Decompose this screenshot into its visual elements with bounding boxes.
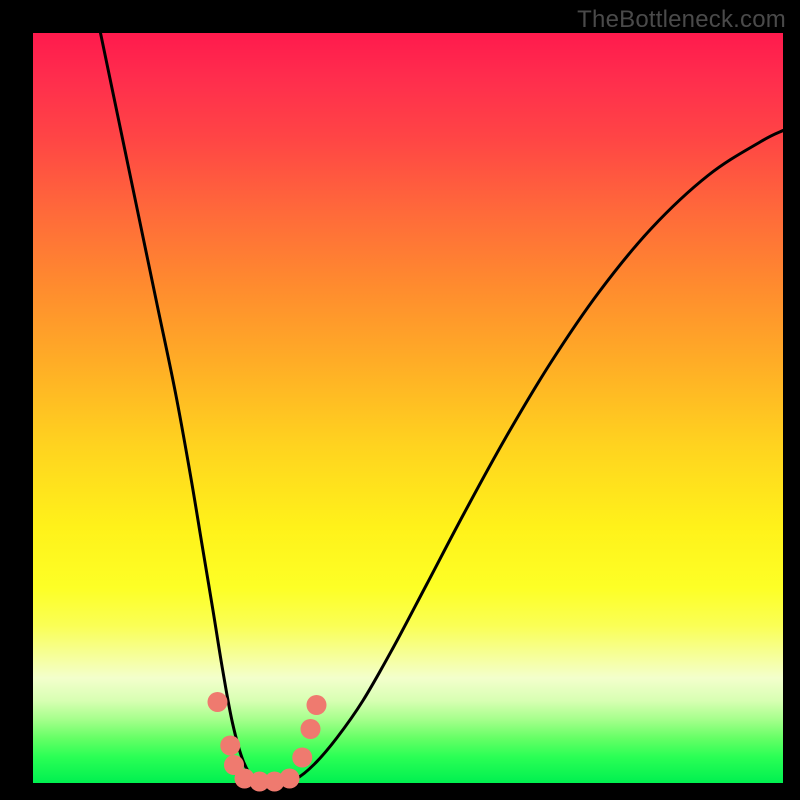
highlight-dot <box>280 769 300 789</box>
highlight-dots <box>208 692 327 792</box>
highlight-dot <box>208 692 228 712</box>
highlight-dot <box>301 719 321 739</box>
chart-frame: TheBottleneck.com <box>0 0 800 800</box>
highlight-dot <box>220 736 240 756</box>
highlight-dot <box>307 695 327 715</box>
watermark-text: TheBottleneck.com <box>577 6 786 34</box>
bottleneck-curve <box>101 33 784 784</box>
plot-area <box>33 33 783 783</box>
highlight-dot <box>292 748 312 768</box>
curve-layer <box>33 33 783 783</box>
